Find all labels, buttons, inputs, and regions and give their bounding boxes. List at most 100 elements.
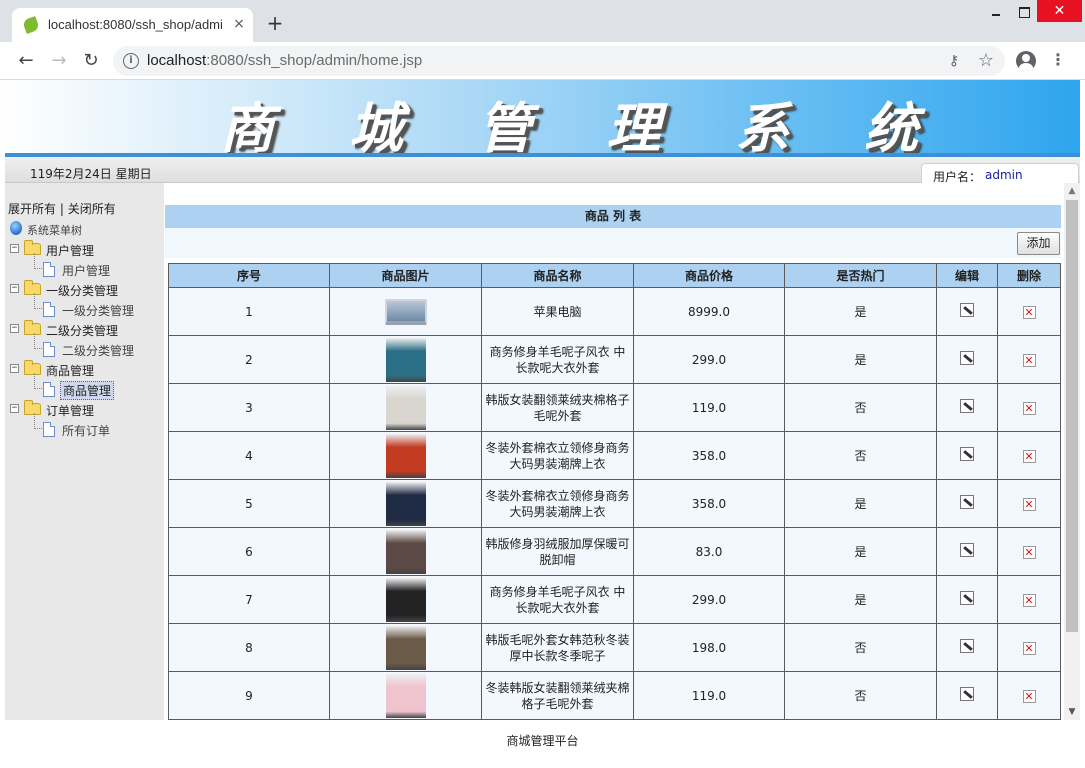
edit-icon[interactable]: [960, 398, 974, 413]
cell-hot: 否: [784, 623, 937, 672]
table-row: 8 韩版毛呢外套女韩范秋冬装厚中长款冬季呢子 198.0 否 ✕: [168, 623, 1061, 672]
table-row: 7 商务修身羊毛呢子风衣 中长款呢大衣外套 299.0 是 ✕: [168, 575, 1061, 624]
edit-icon[interactable]: [960, 494, 974, 509]
collapse-toggle-icon[interactable]: −: [10, 324, 19, 333]
edit-icon[interactable]: [960, 350, 974, 365]
add-product-button[interactable]: 添加: [1017, 232, 1060, 255]
cell-name: 商务修身羊毛呢子风衣 中长款呢大衣外套: [481, 335, 634, 384]
product-table: 序号 商品图片 商品名称 商品价格 是否热门 编辑 删除 1 苹果电脑 8999.0…: [168, 263, 1061, 720]
tree-connector: [34, 293, 42, 309]
cell-name: 冬装韩版女装翻领莱绒夹棉格子毛呢外套: [481, 671, 634, 720]
cell-name: 韩版修身羽绒服加厚保暖可脱卸帽: [481, 527, 634, 576]
key-icon[interactable]: ⚷: [945, 53, 963, 69]
url-host: localhost: [147, 52, 207, 69]
product-thumbnail-image[interactable]: [385, 625, 426, 670]
cell-image: [329, 671, 482, 720]
header-banner: 商 城 管 理 系 统: [5, 80, 1080, 160]
new-tab-button[interactable]: +: [265, 13, 285, 33]
delete-icon[interactable]: ✕: [1022, 545, 1036, 559]
content-scrollbar[interactable]: ▲ ▼: [1064, 183, 1080, 720]
cell-no: 9: [168, 671, 330, 720]
collapse-toggle-icon[interactable]: −: [10, 244, 19, 253]
cell-delete: ✕: [997, 671, 1061, 720]
delete-icon[interactable]: ✕: [1022, 305, 1036, 319]
document-icon: [43, 382, 55, 397]
expand-collapse-links: 展开所有 | 关闭所有: [8, 200, 116, 217]
delete-icon[interactable]: ✕: [1022, 689, 1036, 703]
cell-delete: ✕: [997, 527, 1061, 576]
reload-button[interactable]: ↻: [80, 50, 102, 72]
cell-hot: 是: [784, 527, 937, 576]
tree-leaf-label: 用户管理: [62, 264, 111, 278]
tree-leaf-label: 二级分类管理: [62, 344, 135, 358]
scroll-thumb[interactable]: [1066, 200, 1078, 632]
tree-node-label: 二级分类管理: [46, 324, 119, 338]
url-path: :8080/ssh_shop/admin/home.jsp: [206, 52, 423, 69]
product-thumbnail-image[interactable]: [384, 298, 427, 325]
forward-button[interactable]: →: [48, 50, 70, 72]
cell-hot: 是: [784, 287, 937, 336]
edit-icon[interactable]: [960, 302, 974, 317]
tree-leaf-label: 商品管理: [60, 381, 115, 400]
product-thumbnail-image[interactable]: [385, 577, 426, 622]
maximize-window-button[interactable]: [1011, 4, 1037, 22]
collapse-toggle-icon[interactable]: −: [10, 364, 19, 373]
collapse-all-link[interactable]: 关闭所有: [68, 202, 116, 216]
back-button[interactable]: ←: [15, 50, 37, 72]
delete-icon[interactable]: ✕: [1022, 593, 1036, 607]
address-bar[interactable]: i localhost:8080/ssh_shop/admin/home.jsp…: [113, 46, 1005, 76]
edit-icon[interactable]: [960, 542, 974, 557]
delete-icon[interactable]: ✕: [1022, 641, 1036, 655]
cell-no: 8: [168, 623, 330, 672]
product-thumbnail-image[interactable]: [385, 385, 426, 430]
close-window-button[interactable]: ✕: [1037, 0, 1082, 22]
collapse-toggle-icon[interactable]: −: [10, 404, 19, 413]
edit-icon[interactable]: [960, 686, 974, 701]
edit-icon[interactable]: [960, 590, 974, 605]
tree-node-label: 商品管理: [46, 364, 95, 378]
info-bar: 119年2月24日 星期日 用户名： admin: [5, 157, 1080, 184]
edit-icon[interactable]: [960, 446, 974, 461]
delete-icon[interactable]: ✕: [1022, 353, 1036, 367]
edit-icon[interactable]: [960, 638, 974, 653]
product-thumbnail-image[interactable]: [385, 481, 426, 526]
profile-icon[interactable]: [1016, 51, 1036, 71]
delete-icon[interactable]: ✕: [1022, 401, 1036, 415]
scroll-up-arrow-icon[interactable]: ▲: [1064, 183, 1080, 199]
site-info-icon[interactable]: i: [123, 53, 139, 69]
cell-name: 冬装外套棉衣立领修身商务大码男装潮牌上衣: [481, 431, 634, 480]
cell-price: 83.0: [633, 527, 785, 576]
cell-image: [329, 287, 482, 336]
product-thumbnail-image[interactable]: [385, 433, 426, 478]
table-row: 6 韩版修身羽绒服加厚保暖可脱卸帽 83.0 是 ✕: [168, 527, 1061, 576]
admin-page: 商 城 管 理 系 统 119年2月24日 星期日 用户名： admin 展开所…: [0, 80, 1085, 768]
cell-delete: ✕: [997, 383, 1061, 432]
cell-edit: [936, 335, 998, 384]
browser-tab[interactable]: localhost:8080/ssh_shop/admi ×: [12, 8, 253, 42]
product-thumbnail-image[interactable]: [385, 337, 426, 382]
product-thumbnail-image[interactable]: [385, 673, 426, 718]
cell-hot: 是: [784, 335, 937, 384]
scroll-down-arrow-icon[interactable]: ▼: [1064, 704, 1080, 720]
tab-close-icon[interactable]: ×: [231, 16, 247, 32]
expand-all-link[interactable]: 展开所有: [8, 202, 56, 216]
cell-price: 299.0: [633, 335, 785, 384]
url-text[interactable]: localhost:8080/ssh_shop/admin/home.jsp: [147, 52, 422, 69]
cell-edit: [936, 671, 998, 720]
link-separator: |: [56, 202, 68, 216]
browser-menu-icon[interactable]: ⋮: [1050, 50, 1066, 72]
tree-node-label: 一级分类管理: [46, 284, 119, 298]
product-thumbnail-image[interactable]: [385, 529, 426, 574]
bookmark-star-icon[interactable]: ☆: [976, 51, 996, 71]
browser-toolbar: ← → ↻ i localhost:8080/ssh_shop/admin/ho…: [0, 42, 1085, 80]
column-header-name: 商品名称: [481, 263, 634, 288]
minimize-window-button[interactable]: [981, 4, 1011, 22]
cell-edit: [936, 383, 998, 432]
collapse-toggle-icon[interactable]: −: [10, 284, 19, 293]
cell-no: 6: [168, 527, 330, 576]
cell-price: 299.0: [633, 575, 785, 624]
delete-icon[interactable]: ✕: [1022, 497, 1036, 511]
tab-title: localhost:8080/ssh_shop/admi: [48, 17, 223, 32]
cell-no: 1: [168, 287, 330, 336]
delete-icon[interactable]: ✕: [1022, 449, 1036, 463]
